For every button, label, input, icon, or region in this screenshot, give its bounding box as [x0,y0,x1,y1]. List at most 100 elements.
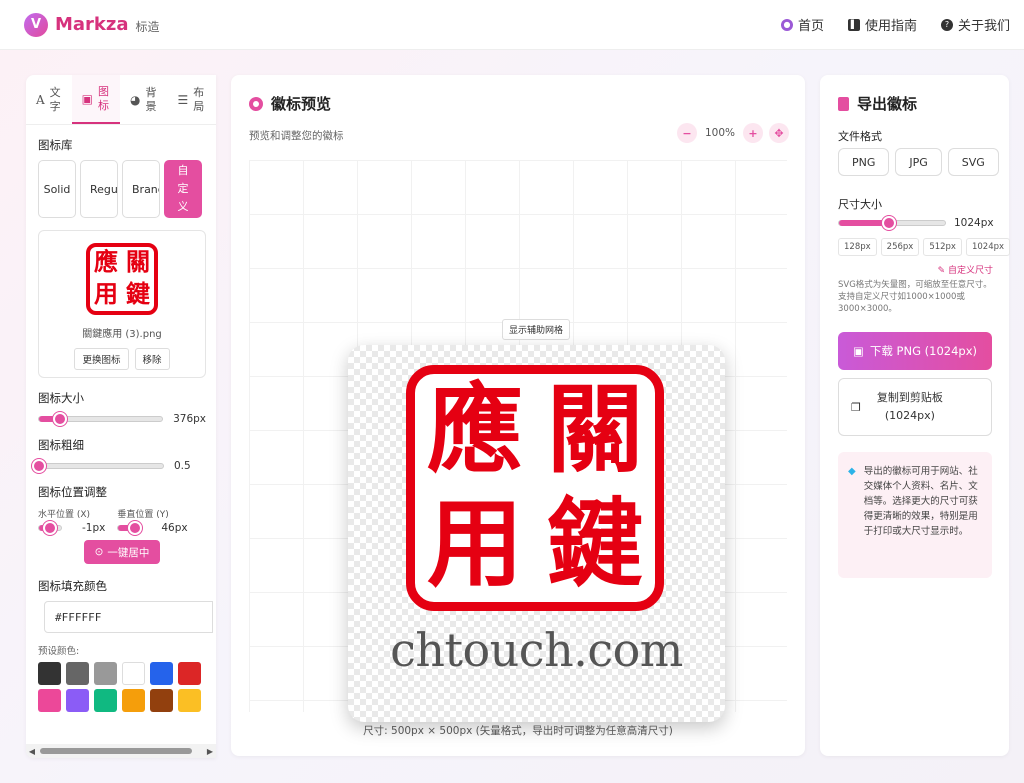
seal-char: 關 [547,373,643,486]
toggle-grid-button[interactable]: 显示辅助网格 [502,319,571,340]
format-svg-button[interactable]: SVG [947,148,999,176]
nav-home[interactable]: ● 首页 [780,15,824,34]
icon-size-slider[interactable] [38,412,164,426]
icon-filename: 關鍵應用 (3).png [82,329,162,340]
tab-icon-label: 图标 [98,84,110,112]
color-swatch[interactable] [94,662,117,685]
center-icon-button[interactable]: ⊙ 一键居中 [84,540,160,564]
export-size-value: 1024px [954,217,994,229]
size-note: 尺寸: 500px × 500px (矢量格式，导出时可调整为任意高清尺寸) [363,725,673,737]
copy-size-label: (1024px) [884,409,935,422]
layers-icon: ☰ [177,92,189,107]
scroll-left-icon[interactable]: ◀ [26,747,38,756]
preview-title: 徽标预览 [249,93,331,114]
palette-icon: ◕ [130,92,141,107]
file-format-label: 文件格式 [838,130,882,143]
tab-text[interactable]: A 文字 [26,75,72,124]
color-swatch[interactable] [122,662,145,685]
slider-knob[interactable] [127,521,142,535]
fill-color-input-row [38,601,213,633]
zoom-in-icon[interactable]: + [743,123,763,143]
slider-knob[interactable] [43,521,57,535]
center-icon-label: 一键居中 [107,546,150,559]
library-brands-button[interactable]: Brands [122,160,160,218]
export-panel: 导出徽标 文件格式 PNG JPG SVG 尺寸大小 1024px 128px … [820,75,1011,756]
icon-weight-slider-row: 0.5 [32,459,206,473]
remove-icon-button[interactable]: 移除 [134,348,170,370]
target-icon: ⊙ [94,546,104,558]
zoom-out-icon[interactable]: − [676,123,697,143]
nav-guide[interactable]: ▌ 使用指南 [847,15,917,34]
preview-panel: 徽标预览 预览和调整您的徽标 − 100% + ✥ 显示辅助网格 應 關 用 鍵… [231,75,805,756]
copy-icon: ❐ [851,400,861,414]
slider-knob[interactable] [32,459,46,473]
color-swatch[interactable] [122,689,145,712]
slider-knob[interactable] [881,216,896,230]
format-jpg-button[interactable]: JPG [895,148,942,176]
icon-size-label: 图标大小 [38,391,84,405]
scroll-right-icon[interactable]: ▶ [204,747,216,756]
download-button[interactable]: ▣ 下载 PNG (1024px) [838,332,992,370]
color-swatch[interactable] [94,689,117,712]
color-swatch[interactable] [150,689,173,712]
preset-1024-button[interactable]: 1024px [965,238,1011,256]
copy-to-clipboard-button[interactable]: ❐ 复制到剪贴板 (1024px) [838,378,992,436]
color-swatch[interactable] [38,689,61,712]
tab-background[interactable]: ◕ 背景 [120,75,167,124]
format-png-button[interactable]: PNG [838,148,890,176]
logo-canvas[interactable]: 應 關 用 鍵 chtouch.com [348,345,725,722]
preset-colors-label: 预设颜色: [38,646,80,657]
eye-icon [249,96,263,111]
horizontal-position-slider[interactable] [38,521,62,535]
tab-layout-label: 布局 [193,85,205,113]
icon-size-slider-row: 376px [38,412,206,426]
vertical-position-slider[interactable] [117,521,142,535]
library-regular-button[interactable]: Regular [80,160,118,218]
fill-color-input[interactable] [44,601,213,633]
nav-about[interactable]: ? 关于我们 [940,15,1010,34]
preset-256-button[interactable]: 256px [880,238,920,256]
tab-icon[interactable]: ▣ 图标 [71,75,121,124]
move-icon[interactable]: ✥ [769,123,789,143]
export-size-slider[interactable] [838,216,946,230]
tab-background-label: 背景 [145,85,157,113]
seal-char: 鍵 [547,487,643,600]
icon-position-title: 图标位置调整 [38,485,107,499]
top-bar: V Markza 标造 ● 首页 ▌ 使用指南 ? 关于我们 [0,0,1024,50]
logo-text: chtouch.com [390,623,683,677]
color-swatch[interactable] [38,662,61,685]
copy-label: 复制到剪贴板 [876,391,943,404]
custom-icon-preview: 應 關 用 鍵 關鍵應用 (3).png 更换图标 移除 [38,230,206,378]
horizontal-scrollbar[interactable]: ◀ ▶ [26,744,216,758]
tab-layout[interactable]: ☰ 布局 [168,75,216,124]
size-presets: 128px 256px 512px 1024px [838,238,1011,256]
icon-weight-slider[interactable] [32,459,164,473]
horizontal-position-value: -1px [82,522,106,534]
color-swatch[interactable] [66,689,89,712]
color-swatch[interactable] [150,662,173,685]
library-solid-button[interactable]: Solid [38,160,76,218]
library-custom-button[interactable]: 自定义 [164,160,202,218]
preset-512-button[interactable]: 512px [923,238,962,256]
color-swatch[interactable] [178,689,201,712]
preview-subtitle: 预览和调整您的徽标 [249,130,344,142]
custom-icon-thumbnail: 應 關 用 鍵 [86,243,158,315]
icon-library-title: 图标库 [38,138,73,152]
custom-size-link[interactable]: ✎ 自定义尺寸 [938,263,993,276]
replace-icon-button[interactable]: 更换图标 [74,348,129,370]
seal-char: 用 [427,487,523,600]
slider-knob[interactable] [52,412,67,426]
main-nav: ● 首页 ▌ 使用指南 ? 关于我们 [780,15,1010,34]
preset-color-palette [38,662,206,712]
seal-char: 關 [126,247,150,276]
brand-subtitle: 标造 [135,19,160,34]
tab-text-label: 文字 [49,85,61,113]
vertical-position-value: 46px [161,522,188,534]
preset-128-button[interactable]: 128px [838,238,877,256]
brand[interactable]: V Markza 标造 [24,12,160,37]
preview-grid-area: 显示辅助网格 應 關 用 鍵 chtouch.com [249,160,787,722]
scroll-thumb[interactable] [40,748,192,754]
color-swatch[interactable] [178,662,201,685]
export-title: 导出徽标 [838,93,917,114]
color-swatch[interactable] [66,662,89,685]
